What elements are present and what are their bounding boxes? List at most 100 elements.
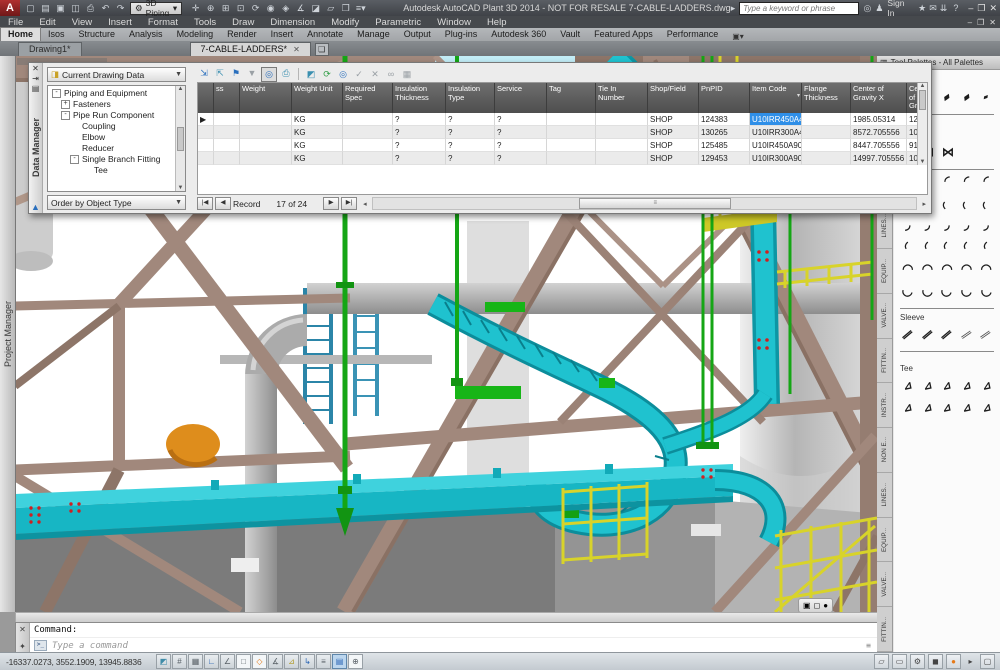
table-cell[interactable] <box>802 139 851 152</box>
table-cell[interactable]: 125485 <box>699 139 750 152</box>
palette-tool-icon[interactable] <box>937 214 957 236</box>
table-cell[interactable] <box>343 139 393 152</box>
table-cell[interactable] <box>240 152 292 165</box>
palette-tool-icon[interactable] <box>957 214 977 236</box>
palette-tool-icon[interactable] <box>898 323 918 345</box>
menu-item[interactable]: Edit <box>31 17 63 28</box>
menu-item[interactable]: Insert <box>100 17 140 28</box>
tree-item[interactable]: - Piping and Equipment <box>48 88 185 99</box>
table-cell[interactable] <box>596 126 648 139</box>
keytip-arrow-icon[interactable]: ▸ <box>731 3 736 14</box>
table-cell[interactable] <box>198 126 214 139</box>
palette-tab[interactable]: FITTIN... <box>877 607 892 652</box>
palette-tool-icon[interactable] <box>976 258 996 280</box>
menu-item[interactable]: Tools <box>186 17 224 28</box>
next-record-button[interactable]: ▶ <box>323 197 339 210</box>
export-data-icon[interactable]: ⇲ <box>197 67 211 80</box>
palette-tool-icon[interactable] <box>898 396 918 418</box>
table-cell[interactable]: U10IRR300A45W... <box>750 126 802 139</box>
table-cell[interactable]: 130265 <box>699 126 750 139</box>
ribbon-tab[interactable]: Isos <box>41 28 72 41</box>
table-cell[interactable]: KG <box>292 126 343 139</box>
tree-expander-icon[interactable]: - <box>52 89 61 98</box>
table-cell[interactable] <box>240 113 292 126</box>
order-by-dropdown[interactable]: Order by Object Type ▼ <box>47 195 186 210</box>
table-cell[interactable]: SHOP <box>648 152 699 165</box>
table-cell[interactable]: KG <box>292 139 343 152</box>
table-cell[interactable]: ? <box>495 126 547 139</box>
table-cell[interactable]: 1985.05314 <box>851 113 907 126</box>
table-cell[interactable]: SHOP <box>648 139 699 152</box>
import-data-icon[interactable]: ⇱ <box>213 67 227 80</box>
table-cell[interactable] <box>198 152 214 165</box>
column-header[interactable]: Insulation Thickness <box>393 83 446 113</box>
table-cell[interactable]: ? <box>393 113 446 126</box>
menu-item[interactable]: Dimension <box>262 17 323 28</box>
create-report-icon[interactable]: ⚑ <box>229 67 243 80</box>
ribbon-tab[interactable]: Plug-ins <box>438 28 485 41</box>
insert-annotation-icon[interactable]: ∞ <box>384 68 398 81</box>
palette-tab[interactable]: LINES... <box>877 473 892 518</box>
column-header[interactable]: Tag <box>547 83 596 113</box>
ribbon-tab[interactable]: Featured Apps <box>587 28 660 41</box>
palette-tool-icon[interactable] <box>937 374 957 396</box>
polar-tracking-toggle[interactable]: ∠ <box>220 654 235 669</box>
palette-tool-icon[interactable] <box>957 86 977 108</box>
column-header[interactable]: Service <box>495 83 547 113</box>
ribbon-minimize-button[interactable]: ▣▾ <box>729 32 747 41</box>
first-record-button[interactable]: |◀ <box>197 197 213 210</box>
table-cell[interactable] <box>343 113 393 126</box>
column-header[interactable]: Shop/Field <box>648 83 699 113</box>
materials-icon[interactable]: ◈ <box>279 2 292 14</box>
palette-tab[interactable]: VALVE... <box>877 562 892 607</box>
palette-tool-icon[interactable] <box>957 170 977 192</box>
close-icon[interactable]: ✕ <box>19 625 26 634</box>
undo-icon[interactable]: ↶ <box>99 2 112 14</box>
palette-tool-icon[interactable] <box>918 258 938 280</box>
palette-tab[interactable]: VALVE... <box>877 294 892 339</box>
palette-tool-icon[interactable] <box>976 86 996 108</box>
app-logo[interactable]: A <box>0 0 20 16</box>
command-grip-icon[interactable]: ≡ <box>863 640 874 651</box>
scroll-right-icon[interactable]: ▸ <box>922 200 926 208</box>
highlight-icon[interactable]: ◩ <box>304 68 318 81</box>
refresh-icon[interactable]: ⟳ <box>320 68 334 81</box>
table-cell[interactable]: ? <box>495 152 547 165</box>
annotation-scale-icon[interactable]: ▣ <box>803 601 811 610</box>
data-source-dropdown[interactable]: ◨ Current Drawing Data ▼ <box>47 67 186 82</box>
grid-display-toggle[interactable]: ▦ <box>188 654 203 669</box>
tree-expander-icon[interactable]: - <box>61 111 70 120</box>
help-button[interactable]: ? <box>953 3 958 13</box>
palette-tool-icon[interactable] <box>918 323 938 345</box>
drawing-window-control-button[interactable]: – <box>968 18 972 27</box>
tree-item[interactable]: Tee <box>48 165 185 176</box>
exchange-apps-icon[interactable]: ★ <box>918 3 926 14</box>
save-as-icon[interactable]: ◫ <box>69 2 82 14</box>
table-cell[interactable] <box>547 113 596 126</box>
table-cell[interactable]: ? <box>393 152 446 165</box>
3d-object-snap-toggle[interactable]: ◇ <box>252 654 267 669</box>
window-control-button[interactable]: – <box>968 3 973 14</box>
save-icon[interactable]: ▣ <box>54 2 67 14</box>
object-snap-toggle[interactable]: □ <box>236 654 251 669</box>
palette-tool-icon[interactable] <box>957 280 977 302</box>
status-menu-arrow-icon[interactable]: ▸ <box>964 655 977 668</box>
selection-cycling-toggle[interactable]: ⊕ <box>348 654 363 669</box>
table-cell[interactable] <box>343 152 393 165</box>
annotation-visibility-icon[interactable]: ◻ <box>814 601 821 610</box>
table-cell[interactable] <box>596 139 648 152</box>
column-header[interactable] <box>198 83 214 113</box>
palette-tool-icon[interactable] <box>918 396 938 418</box>
accept-edits-icon[interactable]: ✓ <box>352 68 366 81</box>
object-snap-tracking-toggle[interactable]: ∡ <box>268 654 283 669</box>
ribbon-tab[interactable]: Analysis <box>122 28 170 41</box>
table-cell[interactable]: ? <box>495 113 547 126</box>
menu-item[interactable]: View <box>64 17 100 28</box>
tree-item[interactable]: Coupling <box>48 121 185 132</box>
menu-item[interactable]: Draw <box>224 17 262 28</box>
palette-tab[interactable]: EQUIP... <box>877 518 892 563</box>
table-cell[interactable]: SHOP <box>648 113 699 126</box>
zoom-extents-icon[interactable]: ⊡ <box>234 2 247 14</box>
table-cell[interactable] <box>547 139 596 152</box>
column-header[interactable]: Flange Thickness <box>802 83 851 113</box>
